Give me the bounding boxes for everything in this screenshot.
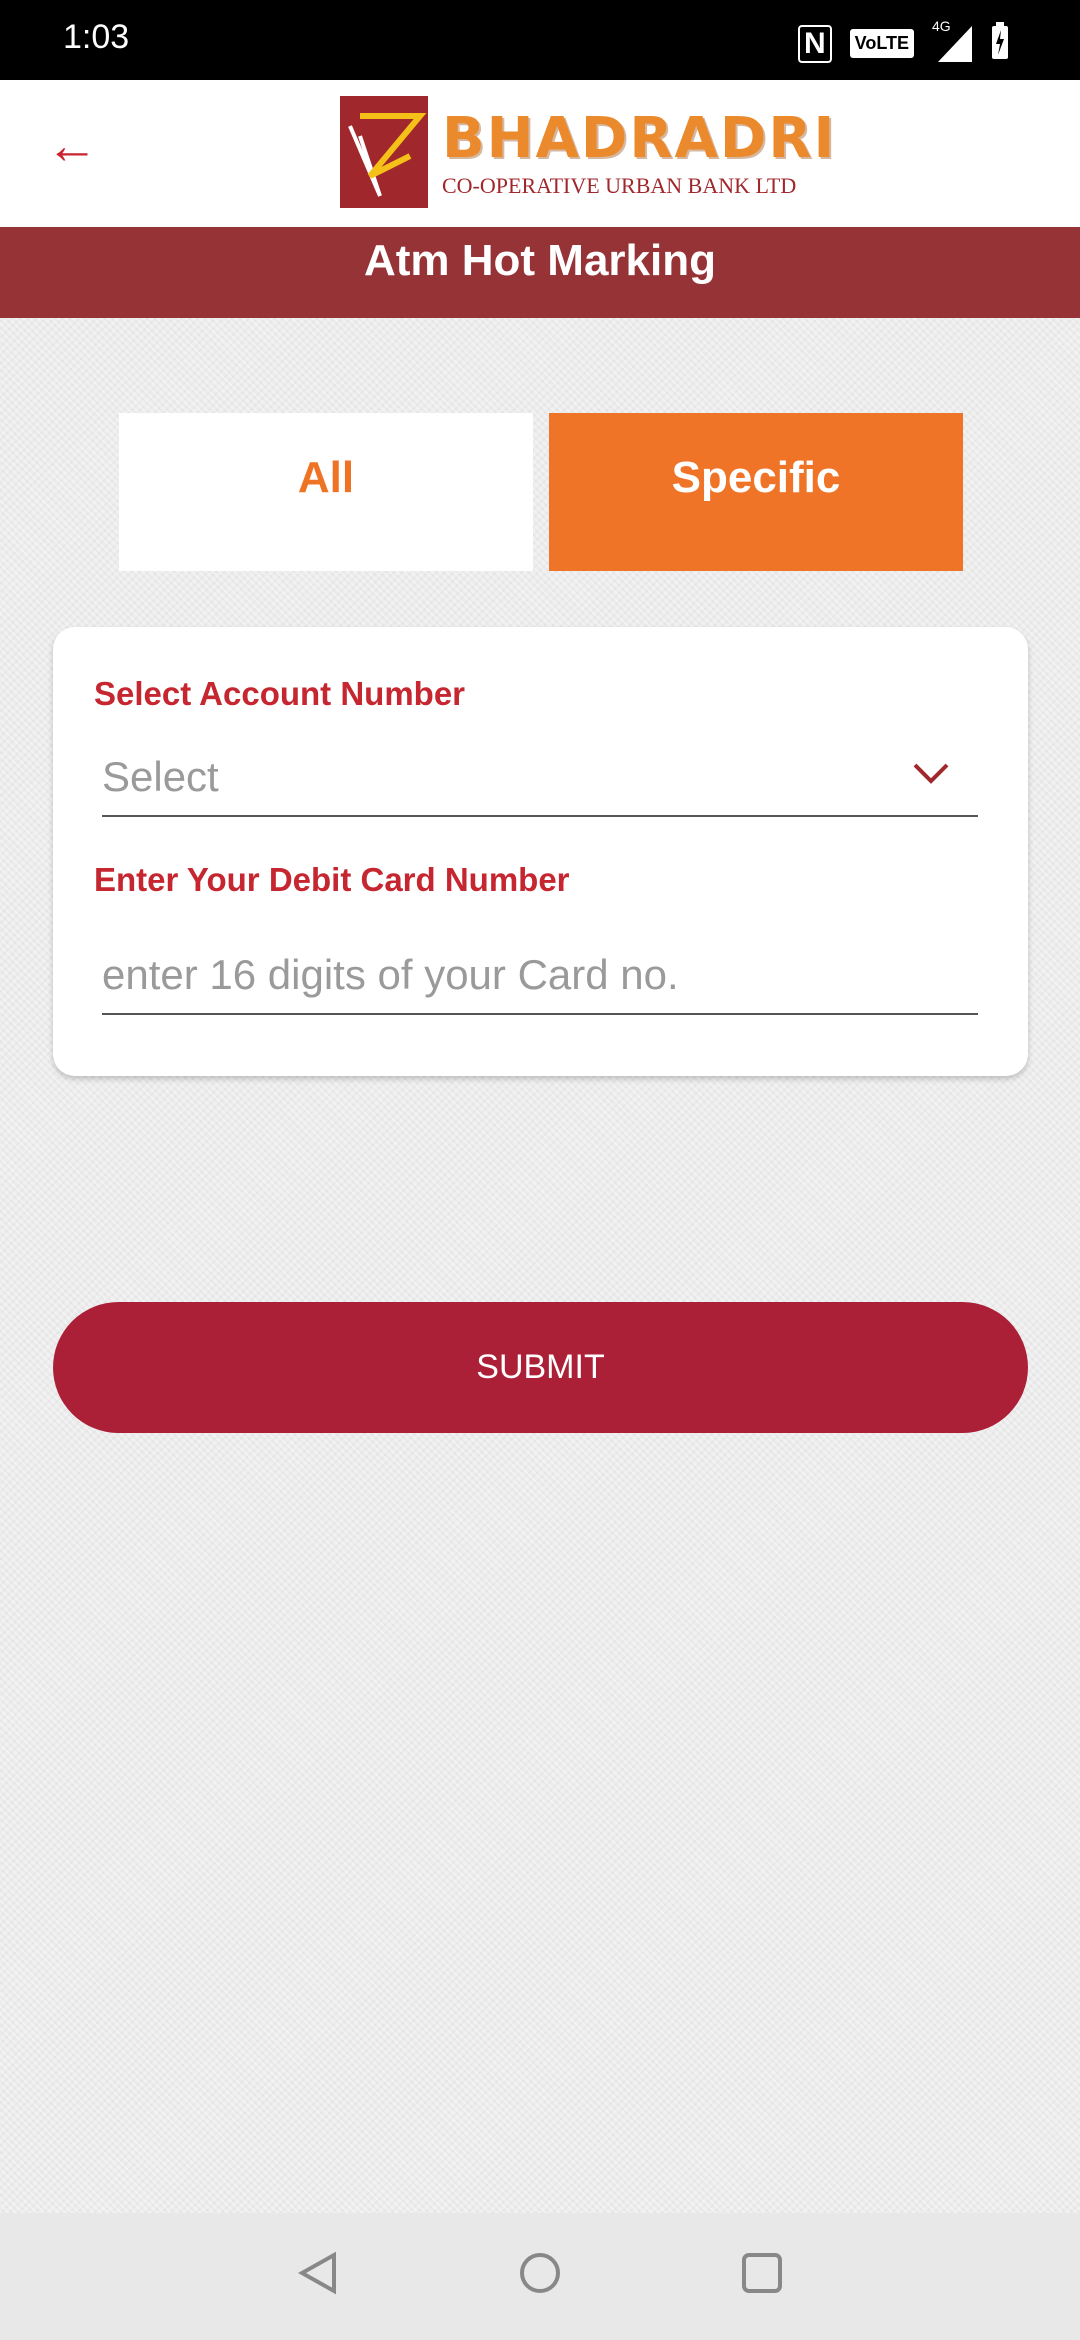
status-time: 1:03 [63,18,130,56]
logo-subtitle: CO-OPERATIVE URBAN BANK LTD [442,172,797,198]
nfc-icon: N [798,24,832,63]
card-number-label: Enter Your Debit Card Number [94,861,570,898]
signal-icon: 4G [932,18,972,62]
tab-specific[interactable]: Specific [549,413,963,571]
tab-all[interactable]: All [119,413,533,571]
account-label: Select Account Number [94,675,466,712]
battery-charging-icon [990,22,1010,65]
volte-icon: VoLTE [849,29,914,58]
card-number-input[interactable]: enter 16 digits of your Card no. [102,945,978,1015]
logo-emblem [340,96,428,208]
account-select-value: Select [102,753,219,800]
system-nav-bar [0,2213,1080,2340]
nav-recents-icon[interactable] [740,2251,784,2300]
page-title: Atm Hot Marking [0,227,1080,318]
back-button[interactable]: ← [46,120,98,172]
submit-button[interactable]: SUBMIT [53,1302,1028,1433]
bank-logo: BHADRADRI CO-OPERATIVE URBAN BANK LTD [340,96,836,208]
app-header: ← BHADRADRI CO-OPERATIVE URBAN BANK LTD [0,80,1080,227]
chevron-down-icon [913,763,949,784]
nav-home-icon[interactable] [518,2251,562,2300]
nav-back-icon[interactable] [297,2251,338,2300]
form-card: Select Account Number Select Enter Your … [53,627,1028,1076]
account-select[interactable]: Select [102,747,978,817]
network-type: 4G [932,17,951,34]
card-number-placeholder: enter 16 digits of your Card no. [102,951,679,998]
logo-name: BHADRADRI [442,105,837,171]
status-bar: 1:03 N VoLTE 4G [0,0,1080,80]
